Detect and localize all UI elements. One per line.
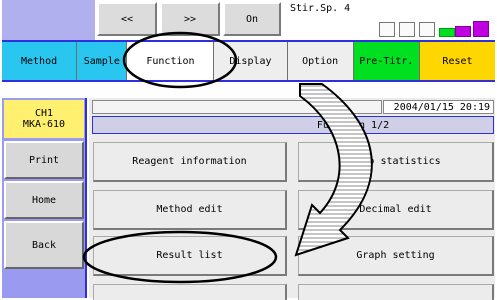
prev-button[interactable]: << xyxy=(97,2,157,36)
status-field xyxy=(92,100,382,114)
tab-reset[interactable]: Reset xyxy=(419,42,496,80)
page-title-bar: Function 1/2 xyxy=(92,116,494,134)
page-title: Function 1/2 xyxy=(316,119,390,131)
tab-option[interactable]: Option xyxy=(287,42,354,80)
status-lamp-2 xyxy=(399,22,415,37)
decimal-edit-button[interactable]: Decimal edit xyxy=(298,190,494,230)
tab-method[interactable]: Method xyxy=(2,42,78,80)
status-lamp-1 xyxy=(379,22,395,37)
result-list-button[interactable]: Result list xyxy=(93,236,287,276)
channel-number: CH1 xyxy=(34,108,54,119)
stir-speed-label: Stir.Sp. 4 xyxy=(290,3,351,14)
back-button[interactable]: Back xyxy=(4,221,84,269)
gap xyxy=(0,82,497,98)
channel-indicator: CH1 MKA-610 xyxy=(4,100,84,138)
datetime-text: 2004/01/15 20:19 xyxy=(393,101,490,113)
status-lamp-5 xyxy=(455,26,471,37)
tab-function[interactable]: Function xyxy=(127,42,215,80)
status-lamp-3 xyxy=(419,22,435,37)
tab-display[interactable]: Display xyxy=(214,42,288,80)
reagent-information-button[interactable]: Reagent information xyxy=(93,142,287,182)
next-button[interactable]: >> xyxy=(160,2,220,36)
print-button[interactable]: Print xyxy=(4,141,84,179)
tab-sample[interactable]: Sample xyxy=(77,42,128,80)
method-edit-button[interactable]: Method edit xyxy=(93,190,287,230)
graph-setting-button[interactable]: Graph setting xyxy=(298,236,494,276)
stirrer-on-button[interactable]: On xyxy=(223,2,281,36)
tab-bar: Method Sample Function Display Option Pr… xyxy=(2,40,496,82)
tab-pre-titration[interactable]: Pre-Titr. xyxy=(353,42,420,80)
home-button[interactable]: Home xyxy=(4,181,84,219)
status-lamp-4 xyxy=(439,28,455,37)
channel-model: MKA-610 xyxy=(22,119,66,130)
status-lamp-6 xyxy=(473,21,489,37)
auto-statistics-button[interactable]: Auto statistics xyxy=(298,142,494,182)
datetime-display: 2004/01/15 20:19 xyxy=(383,100,494,114)
